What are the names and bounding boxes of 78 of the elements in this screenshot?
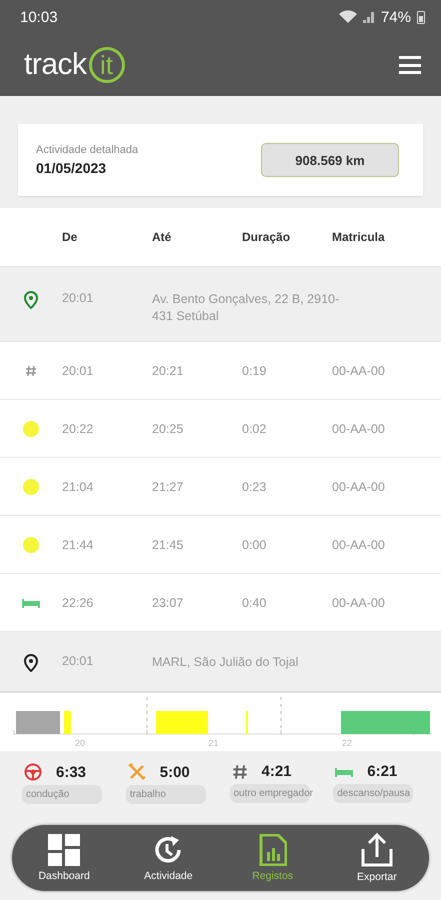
table-cell-text: 00-AA-00	[332, 596, 386, 610]
total-value: 6:21	[367, 763, 398, 780]
table-cell-text: 00-AA-00	[332, 422, 386, 436]
dot-icon	[23, 420, 39, 436]
total-label: descanso/pausa	[333, 784, 414, 803]
column-header: Até	[152, 230, 172, 244]
dot-icon	[23, 536, 39, 552]
hash-icon	[25, 364, 37, 376]
nav-tab[interactable]: Dashboard	[24, 834, 104, 882]
total-value: 6:33	[56, 764, 86, 780]
table-cell-text: 0:02	[242, 422, 268, 436]
axis-label: 20	[75, 738, 85, 748]
table-cell-text: 0:00	[242, 538, 268, 552]
bed-icon	[335, 766, 354, 776]
activity-row[interactable]: 21:04 21:27 0:23 00-AA-00	[0, 457, 441, 515]
table-cell-text: 21:44	[62, 538, 94, 552]
address-text: Av. Bento Gonçalves, 22 B, 2910-431 Setúbal	[152, 291, 340, 325]
location-pin-icon	[24, 291, 38, 309]
hash-icon	[232, 764, 248, 780]
table-cell-text: 22:26	[62, 596, 94, 610]
axis-label: 22	[342, 738, 352, 748]
card-date: 01/05/2023	[36, 160, 108, 176]
dashboard-icon	[48, 834, 80, 866]
activity-row[interactable]: 20:01 20:21 0:19 00-AA-00	[0, 341, 441, 399]
column-header: De	[62, 230, 78, 244]
signal-icon	[362, 11, 375, 23]
table-cell-text: 20:21	[152, 364, 184, 378]
table-cell-text: 20:01	[62, 654, 94, 668]
activity-row[interactable]: 22:26 23:07 0:40 00-AA-00	[0, 573, 441, 631]
timeline-bar	[16, 711, 60, 734]
table-cell-text: 23:07	[152, 596, 184, 610]
table-cell-text: 20:01	[62, 364, 94, 378]
steering-wheel-icon	[24, 763, 42, 781]
table-cell-text: 20:22	[62, 422, 94, 436]
nav-tab[interactable]: Exportar	[336, 833, 417, 883]
location-pin-icon	[24, 654, 38, 672]
column-header: Matricula	[332, 230, 386, 244]
timeline-bar	[246, 711, 248, 734]
address-text: MARL, São Julião do Tojal	[152, 654, 300, 671]
axis-label: 21	[208, 738, 218, 748]
activity-row[interactable]: 20:22 20:25 0:02 00-AA-00	[0, 399, 441, 457]
card-label: Actividade detalhada	[36, 144, 138, 156]
logo-mark: it	[88, 47, 125, 83]
bed-icon	[22, 598, 40, 608]
battery-icon	[417, 10, 425, 24]
table-cell-text: 0:23	[242, 480, 268, 494]
menu-button[interactable]	[399, 56, 421, 74]
location-row[interactable]: 20:01 MARL, São Julião do Tojal	[0, 631, 441, 693]
grid-line	[146, 696, 148, 734]
report-chart-icon	[258, 834, 287, 866]
table-cell-text: 00-AA-00	[332, 364, 386, 378]
grid-line	[280, 696, 282, 734]
table-cell-text: 20:25	[152, 422, 184, 436]
upload-icon	[360, 833, 393, 867]
table-cell-text: 21:45	[152, 538, 184, 552]
battery-percent: 74%	[380, 8, 411, 26]
nav-tab[interactable]: Registos	[232, 834, 313, 882]
logo-text: track	[24, 48, 87, 82]
timeline-bar	[64, 711, 71, 734]
table-cell-text: 20:01	[62, 291, 94, 305]
wifi-icon	[338, 10, 357, 24]
total-value: 4:21	[262, 763, 292, 780]
table-cell-text: 0:19	[242, 364, 268, 378]
status-time: 10:03	[20, 8, 58, 26]
activity-row[interactable]: 21:44 21:45 0:00 00-AA-00	[0, 515, 441, 573]
distance-badge: 908.569 km	[261, 143, 399, 177]
table-cell-text: 00-AA-00	[332, 480, 386, 494]
total-label: trabalho	[126, 785, 206, 804]
column-header: Duração	[242, 230, 292, 244]
table-cell-text: 21:04	[62, 480, 94, 494]
nav-tab[interactable]: Actividade	[128, 834, 208, 882]
total-label: condução	[22, 785, 102, 804]
table-cell-text: 21:27	[152, 480, 184, 494]
total-value: 5:00	[160, 764, 190, 780]
dot-icon	[23, 478, 39, 494]
table-cell-text: 0:40	[242, 596, 268, 610]
table-cell-text: 00-AA-00	[332, 538, 386, 552]
timeline-bar	[156, 711, 208, 734]
